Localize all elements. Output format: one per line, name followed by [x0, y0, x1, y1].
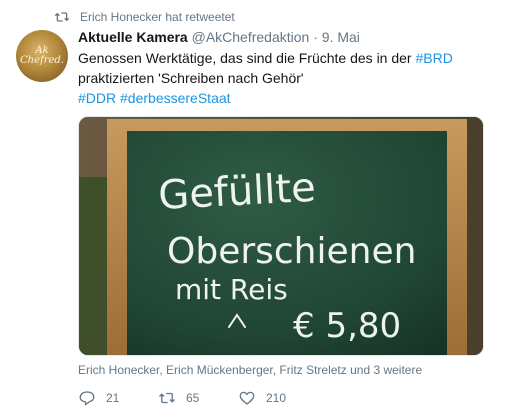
chalk-line-2: Oberschienen: [167, 231, 416, 272]
tweet-text-part2: praktizierten 'Schreiben nach Gehör': [78, 70, 304, 86]
chalk-line-3: mit Reis: [175, 273, 288, 306]
retweet-count: 65: [186, 391, 200, 405]
like-button[interactable]: 210: [238, 389, 286, 407]
retweet-icon: [159, 392, 175, 404]
author-handle[interactable]: @AkChefredaktion: [192, 29, 310, 45]
reply-count: 21: [106, 391, 120, 405]
hashtag-ddr[interactable]: #DDR: [78, 90, 116, 106]
retweet-notice-text[interactable]: Erich Honecker hat retweetet: [80, 10, 235, 24]
tweet-date[interactable]: 9. Mai: [322, 29, 360, 45]
tweet-image[interactable]: Gefüllte Oberschienen mit Reis € 5,80: [78, 116, 484, 356]
hashtag-brd[interactable]: #BRD: [415, 50, 452, 66]
like-icon: [239, 391, 255, 405]
reply-icon: [79, 391, 95, 406]
separator-dot: ·: [313, 29, 318, 45]
author-name[interactable]: Aktuelle Kamera: [78, 29, 188, 45]
hashtag-derbesserestaat[interactable]: #derbessereStaat: [120, 90, 231, 106]
chalk-line-1: Gefüllte: [157, 165, 317, 219]
tweet-actions: 21 65 210: [78, 389, 286, 407]
foliage: [79, 177, 111, 355]
like-count: 210: [266, 391, 287, 405]
reply-button[interactable]: 21: [78, 389, 158, 407]
retweet-icon: [54, 12, 70, 22]
avatar-text: Ak Chefred.: [20, 45, 64, 66]
tweet-text-part1: Genossen Werktätige, das sind die Frücht…: [78, 50, 416, 66]
retweet-notice: Erich Honecker hat retweetet: [54, 9, 235, 25]
retweet-button[interactable]: 65: [158, 389, 238, 407]
chalk-price: € 5,80: [293, 306, 401, 346]
tweet-header: Aktuelle Kamera @AkChefredaktion · 9. Ma…: [78, 29, 360, 45]
tweet-text: Genossen Werktätige, das sind die Frücht…: [78, 48, 524, 108]
chalkboard-photo: Gefüllte Oberschienen mit Reis € 5,80: [79, 117, 483, 355]
avatar[interactable]: Ak Chefred.: [16, 30, 68, 82]
likers-line[interactable]: Erich Honecker, Erich Mückenberger, Frit…: [78, 363, 422, 377]
